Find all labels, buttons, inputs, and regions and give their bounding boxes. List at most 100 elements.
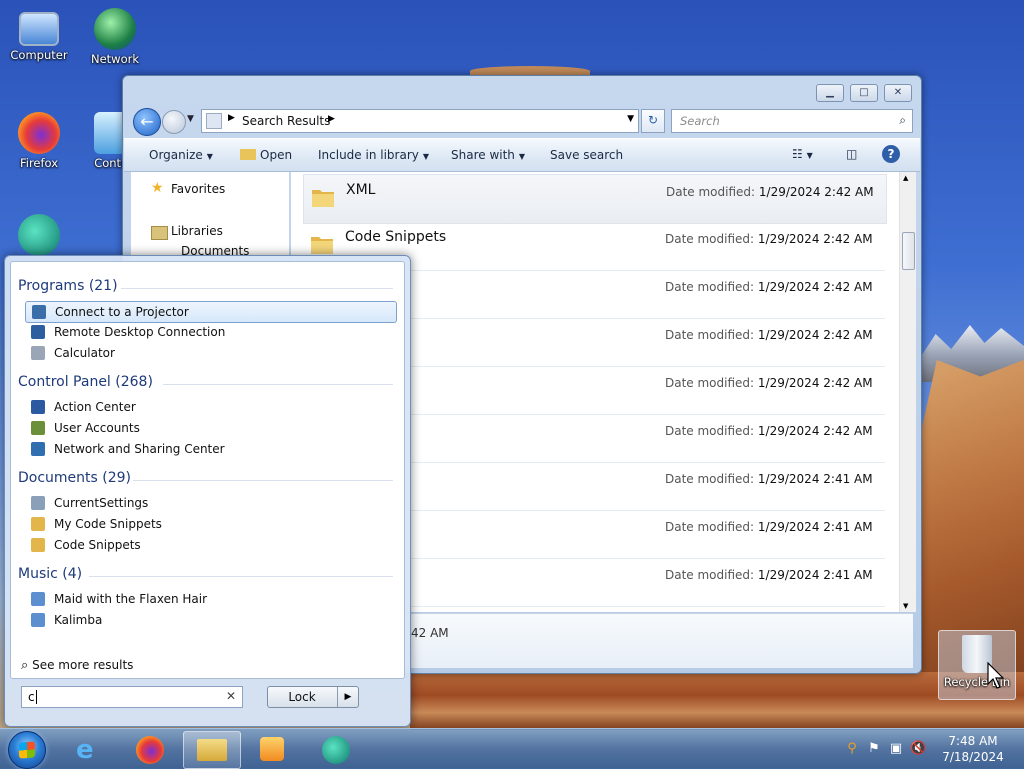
user-accounts-icon xyxy=(31,421,45,435)
network-globe-icon xyxy=(94,8,136,50)
group-divider xyxy=(89,576,393,577)
firefox-icon xyxy=(18,112,60,154)
forward-button[interactable] xyxy=(162,110,186,134)
computer-icon xyxy=(19,12,59,46)
scroll-down-icon[interactable]: ▼ xyxy=(903,602,908,610)
app-bubble-icon xyxy=(18,214,60,256)
result-date: Date modified: 1/29/2024 2:41 AM xyxy=(665,472,873,486)
date-modified-label: Date modified: xyxy=(665,328,755,342)
taskbar-app-button[interactable] xyxy=(308,731,364,767)
command-bar: Organize ▼ Open Include in library ▼ Share… xyxy=(124,138,920,172)
search-icon[interactable]: ⌕ xyxy=(899,113,906,128)
vertical-scrollbar[interactable]: ▲ ▼ xyxy=(899,172,916,612)
address-bar[interactable]: ▶ Search Results ▶ ▼ xyxy=(201,109,639,133)
group-divider xyxy=(121,288,393,289)
desktop-icon-firefox[interactable]: Firefox xyxy=(4,112,74,170)
maximize-button[interactable]: □ xyxy=(850,84,878,102)
result-group-header[interactable]: Control Panel (268) xyxy=(18,374,153,390)
result-date: Date modified: 1/29/2024 2:42 AM xyxy=(665,424,873,438)
share-with-button[interactable]: Share with ▼ xyxy=(451,148,525,162)
nav-favorites[interactable]: Favorites xyxy=(171,182,225,196)
search-result-item[interactable]: Remote Desktop Connection xyxy=(25,322,395,342)
search-tray-icon[interactable]: ⚲ xyxy=(844,741,860,757)
folder-icon xyxy=(197,739,227,761)
settings-file-icon xyxy=(31,496,45,510)
start-orb-button[interactable] xyxy=(8,731,46,769)
search-result-label: Action Center xyxy=(54,400,136,414)
recent-pages-dropdown-icon[interactable]: ▼ xyxy=(187,114,194,124)
minimize-button[interactable]: ▁ xyxy=(816,84,844,102)
refresh-button[interactable]: ↻ xyxy=(641,109,665,133)
projector-icon xyxy=(32,305,46,319)
desktop-icon-app[interactable] xyxy=(4,214,74,258)
scroll-thumb[interactable] xyxy=(902,232,915,270)
date-modified-value: 1/29/2024 2:42 AM xyxy=(757,424,873,438)
scroll-up-icon[interactable]: ▲ xyxy=(903,174,908,182)
close-button[interactable]: ✕ xyxy=(884,84,912,102)
result-group-header[interactable]: Programs (21) xyxy=(18,278,118,294)
search-result-item[interactable]: Maid with the Flaxen Hair xyxy=(25,589,395,609)
address-dropdown-icon[interactable]: ▼ xyxy=(627,114,634,124)
result-date: Date modified: 1/29/2024 2:42 AM xyxy=(665,376,873,390)
see-more-results-link[interactable]: ⌕ See more results xyxy=(21,658,133,673)
address-breadcrumb[interactable]: Search Results xyxy=(242,114,330,128)
action-center-flag-icon xyxy=(31,400,45,414)
favorites-star-icon: ★ xyxy=(151,180,164,196)
calculator-icon xyxy=(31,346,45,360)
search-result-item[interactable]: Connect to a Projector xyxy=(25,301,397,323)
taskbar-media-player-button[interactable] xyxy=(244,731,300,767)
result-group-header[interactable]: Music (4) xyxy=(18,566,82,582)
shutdown-options-arrow-icon[interactable]: ▶ xyxy=(337,687,358,707)
volume-muted-icon[interactable]: 🔇 xyxy=(910,741,926,757)
share-label: Share with xyxy=(451,148,515,162)
desktop-icon-network[interactable]: Network xyxy=(80,8,150,66)
save-search-button[interactable]: Save search xyxy=(550,148,623,162)
organize-button[interactable]: Organize ▼ xyxy=(149,148,213,162)
search-result-label: Code Snippets xyxy=(54,538,141,552)
date-modified-label: Date modified: xyxy=(665,424,755,438)
taskbar-firefox-button[interactable] xyxy=(122,731,178,767)
view-options-icon[interactable]: ☷ ▼ xyxy=(792,147,813,161)
help-icon[interactable]: ? xyxy=(882,145,900,163)
breadcrumb-arrow-icon[interactable]: ▶ xyxy=(328,114,335,124)
chevron-down-icon: ▼ xyxy=(518,152,526,161)
clear-search-icon[interactable]: ✕ xyxy=(226,689,236,703)
see-more-label: See more results xyxy=(32,658,134,672)
desktop-icon-label: Computer xyxy=(10,48,68,62)
firefox-icon xyxy=(136,736,164,764)
folder-icon xyxy=(309,231,335,257)
breadcrumb-arrow-icon: ▶ xyxy=(228,113,235,123)
search-result-item[interactable]: My Code Snippets xyxy=(25,514,395,534)
result-row[interactable]: XML Date modified: 1/29/2024 2:42 AM xyxy=(303,174,887,224)
search-result-label: Network and Sharing Center xyxy=(54,442,225,456)
open-label: Open xyxy=(260,148,293,162)
search-result-item[interactable]: CurrentSettings xyxy=(25,493,395,513)
open-button[interactable]: Open xyxy=(240,148,292,162)
start-search-input[interactable]: c ✕ xyxy=(21,686,243,708)
search-result-label: My Code Snippets xyxy=(54,517,162,531)
search-result-item[interactable]: Calculator xyxy=(25,343,395,363)
search-folder-icon xyxy=(206,113,222,129)
preview-pane-icon[interactable]: ◫ xyxy=(846,147,857,161)
action-center-flag-icon[interactable]: ⚑ xyxy=(866,741,882,757)
search-result-item[interactable]: User Accounts xyxy=(25,418,395,438)
taskbar-explorer-button[interactable] xyxy=(183,731,241,769)
network-tray-icon[interactable]: ▣ xyxy=(888,741,904,757)
nav-libraries[interactable]: Libraries xyxy=(171,224,223,238)
search-box[interactable]: Search ⌕ xyxy=(671,109,913,133)
details-text: 42 AM xyxy=(411,626,449,640)
search-result-item[interactable]: Action Center xyxy=(25,397,395,417)
search-result-item[interactable]: Kalimba xyxy=(25,610,395,630)
search-result-label: Calculator xyxy=(54,346,115,360)
include-in-library-button[interactable]: Include in library ▼ xyxy=(318,148,429,162)
desktop-icon-computer[interactable]: Computer xyxy=(4,8,74,62)
search-result-item[interactable]: Network and Sharing Center xyxy=(25,439,395,459)
organize-label: Organize xyxy=(149,148,203,162)
lock-button[interactable]: Lock ▶ xyxy=(267,686,359,708)
clock[interactable]: 7:48 AM 7/18/2024 xyxy=(938,733,1008,765)
system-tray: ⚲ ⚑ ▣ 🔇 7:48 AM 7/18/2024 xyxy=(838,729,1024,769)
taskbar-ie-button[interactable]: e xyxy=(62,731,118,767)
search-result-item[interactable]: Code Snippets xyxy=(25,535,395,555)
back-button[interactable]: ← xyxy=(133,108,161,136)
result-group-header[interactable]: Documents (29) xyxy=(18,470,131,486)
